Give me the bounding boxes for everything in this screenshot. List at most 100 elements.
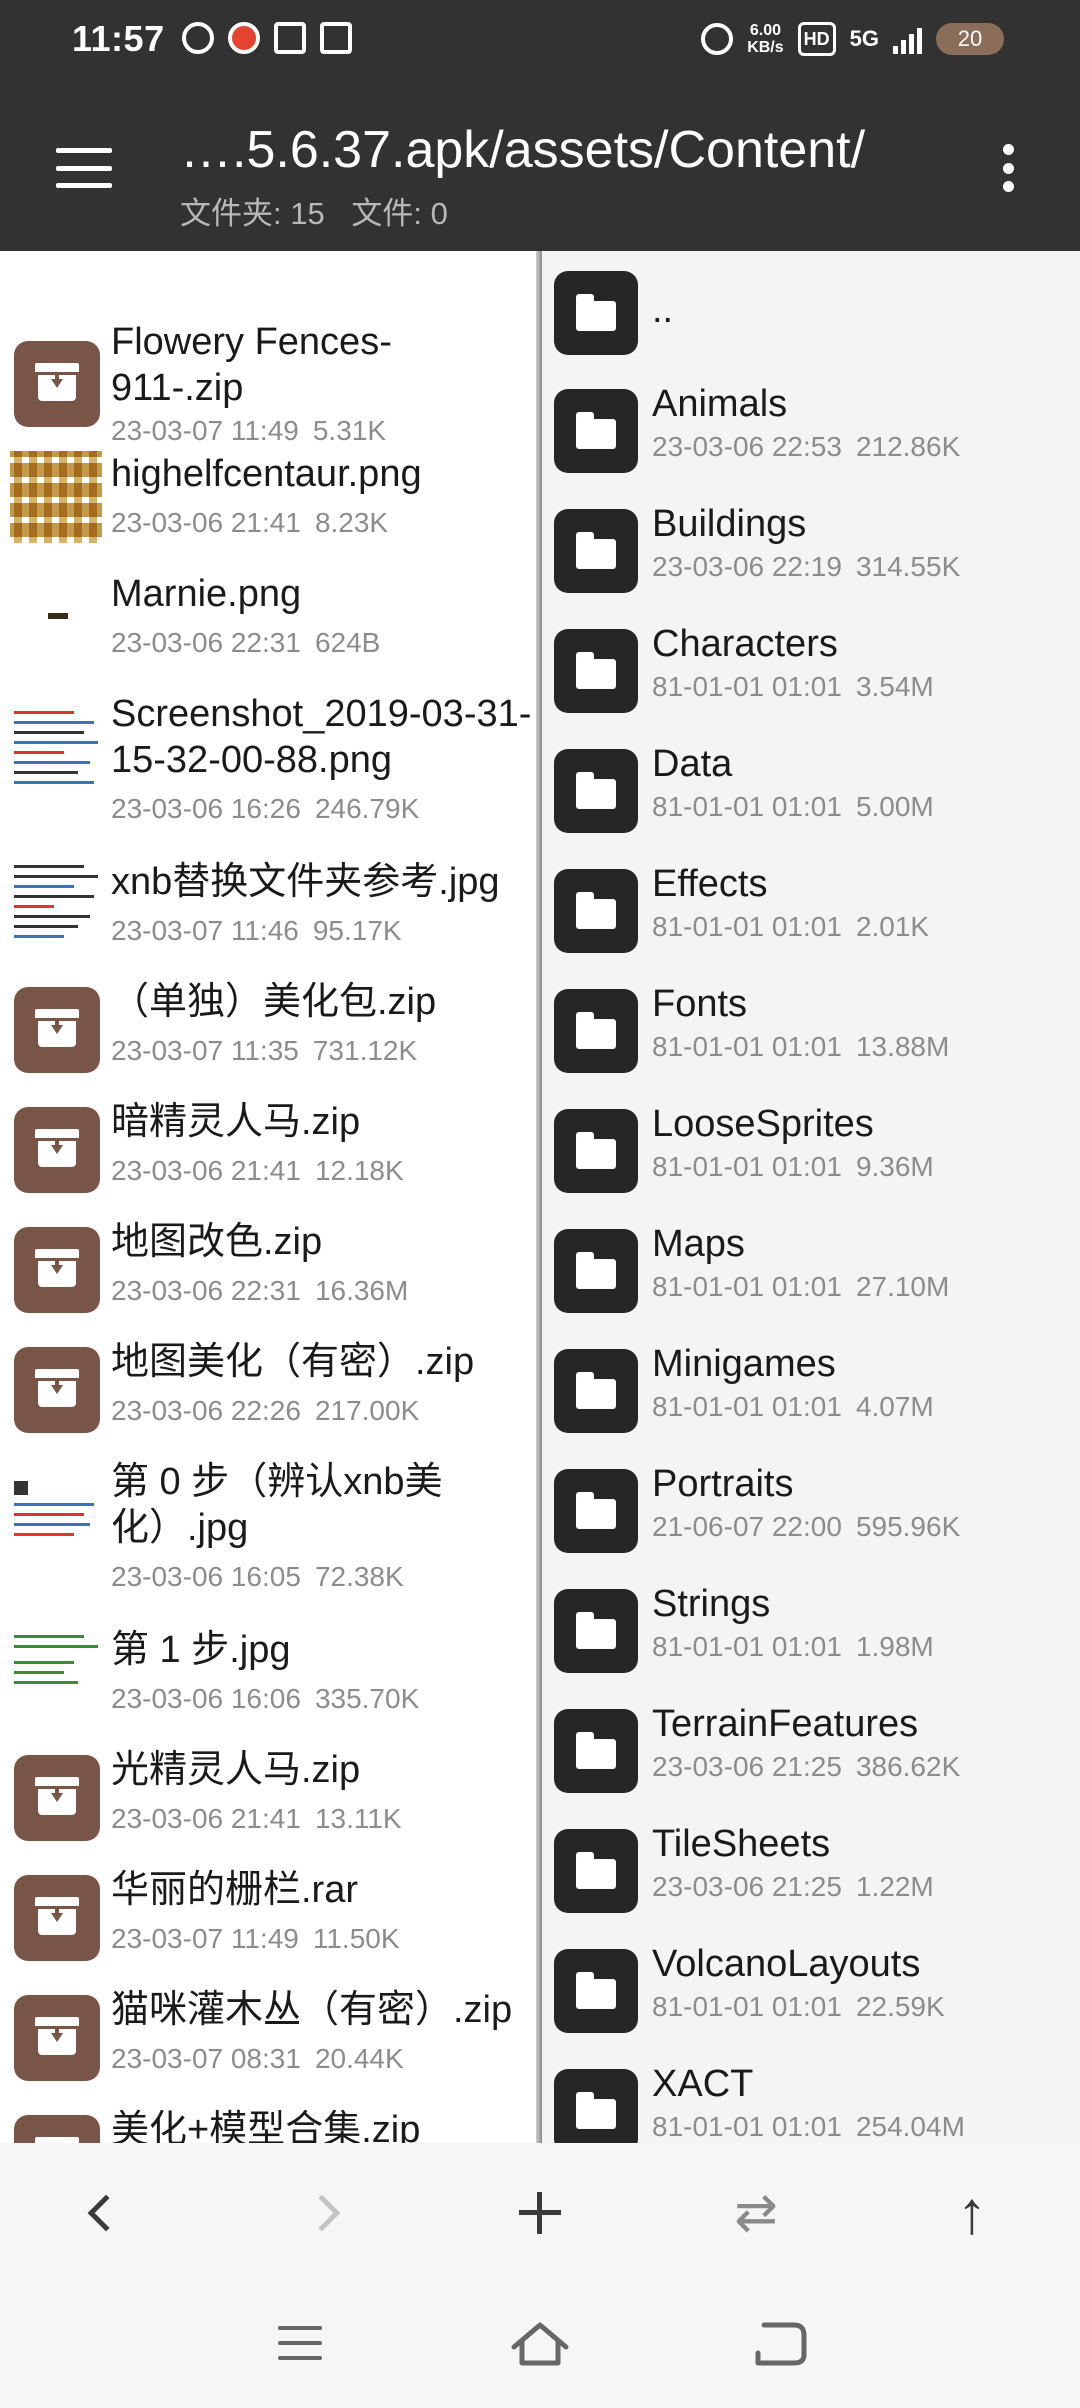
folder-size: 2.01K [855, 911, 930, 942]
list-item[interactable]: Minigames 81-01-01 01:01 4.07M [542, 1343, 1080, 1449]
file-meta: 23-03-07 11:46 95.17K [111, 915, 416, 947]
list-item[interactable]: Data 81-01-01 01:01 5.00M [542, 743, 1080, 849]
more-options-icon[interactable] [1000, 144, 1016, 192]
file-date: 23-03-07 11:49 [111, 415, 299, 446]
back-nav-button[interactable] [730, 2303, 830, 2383]
list-item[interactable]: 猫咪灌木丛（有密）.zip 23-03-07 08:31 20.44K [0, 1987, 538, 2097]
folder-name: VolcanoLayouts [652, 1943, 921, 1985]
list-item[interactable]: Screenshot_2019-03-31-15-32-00-88.png 23… [0, 691, 538, 831]
folder-icon [554, 869, 638, 953]
list-item[interactable]: Maps 81-01-01 01:01 27.10M [542, 1223, 1080, 1329]
list-item[interactable]: 美化+模型合集.zip [0, 2107, 538, 2143]
parent-folder-button[interactable]: ↑ [912, 2143, 1032, 2283]
file-date: 23-03-06 22:31 [111, 1275, 301, 1306]
rar-icon [14, 1875, 100, 1961]
zip-icon [14, 2115, 100, 2143]
file-date: 23-03-06 21:41 [111, 507, 301, 538]
folder-summary: 文件夹: 15 文件: 0 [180, 188, 466, 233]
folder-name: Data [652, 743, 733, 785]
folder-size: 4.07M [855, 1391, 934, 1422]
list-item[interactable]: 第 1 步.jpg 23-03-06 16:06 335.70K [0, 1627, 538, 1737]
file-meta: 23-03-07 11:35 731.12K [111, 1035, 431, 1067]
file-name: 地图改色.zip [111, 1221, 323, 1263]
list-item[interactable]: Animals 23-03-06 22:53 212.86K [542, 383, 1080, 489]
folder-size: 3.54M [855, 671, 934, 702]
zip-icon [14, 1755, 100, 1841]
list-item[interactable]: TileSheets 23-03-06 21:25 1.22M [542, 1823, 1080, 1929]
network-speed-unit: KB/s [747, 39, 784, 56]
list-item[interactable]: Effects 81-01-01 01:01 2.01K [542, 863, 1080, 969]
folder-date: 81-01-01 01:01 [652, 1631, 842, 1662]
folder-icon [554, 509, 638, 593]
folder-meta: 81-01-01 01:01 9.36M [652, 1151, 948, 1183]
folder-size: 5.00M [855, 791, 934, 822]
list-item[interactable]: highelfcentaur.png 23-03-06 21:41 8.23K [0, 451, 538, 561]
list-item[interactable]: 地图美化（有密）.zip 23-03-06 22:26 217.00K [0, 1339, 538, 1449]
folder-size: 595.96K [855, 1511, 961, 1542]
list-item[interactable]: Strings 81-01-01 01:01 1.98M [542, 1583, 1080, 1689]
list-item[interactable]: LooseSprites 81-01-01 01:01 9.36M [542, 1103, 1080, 1209]
list-item[interactable]: XACT 81-01-01 01:01 254.04M [542, 2063, 1080, 2143]
folder-date: 81-01-01 01:01 [652, 2111, 842, 2142]
back-button[interactable] [46, 2143, 166, 2283]
swap-panes-button[interactable]: ⇄ [696, 2143, 816, 2283]
file-meta: 23-03-07 11:49 11.50K [111, 1923, 414, 1955]
list-item[interactable]: 光精灵人马.zip 23-03-06 21:41 13.11K [0, 1747, 538, 1857]
chevron-right-icon [303, 2194, 341, 2232]
list-item[interactable]: Characters 81-01-01 01:01 3.54M [542, 623, 1080, 729]
file-date: 23-03-07 08:31 [111, 2043, 301, 2074]
folder-meta: 81-01-01 01:01 27.10M [652, 1271, 963, 1303]
zip-icon [14, 1347, 100, 1433]
image-thumbnail [10, 705, 102, 797]
folder-icon [554, 389, 638, 473]
list-item[interactable]: VolcanoLayouts 81-01-01 01:01 22.59K [542, 1943, 1080, 2049]
list-item[interactable]: 第 0 步（辨认xnb美化）.jpg 23-03-06 16:05 72.38K [0, 1459, 538, 1599]
left-file-pane[interactable]: Flowery Fences-911-.zip 23-03-07 11:49 5.… [0, 251, 538, 2143]
folder-date: 23-03-06 21:25 [652, 1751, 842, 1782]
file-meta: 23-03-06 22:31 624B [111, 627, 394, 659]
file-size: 72.38K [314, 1561, 404, 1592]
list-item[interactable]: Fonts 81-01-01 01:01 13.88M [542, 983, 1080, 1089]
folder-name: LooseSprites [652, 1103, 874, 1145]
right-folder-pane[interactable]: .. Animals 23-03-06 22:53 212.86K Buildin… [542, 251, 1080, 2143]
folder-meta: 23-03-06 21:25 386.62K [652, 1751, 974, 1783]
folder-name: Portraits [652, 1463, 794, 1505]
file-name: Screenshot_2019-03-31-15-32-00-88.png [111, 693, 532, 781]
list-item[interactable]: （单独）美化包.zip 23-03-07 11:35 731.12K [0, 979, 538, 1089]
zip-icon [14, 341, 100, 427]
home-button[interactable] [490, 2303, 590, 2383]
list-item[interactable]: 华丽的栅栏.rar 23-03-07 11:49 11.50K [0, 1867, 538, 1977]
parent-directory-item[interactable]: .. [542, 271, 1080, 361]
folder-name: XACT [652, 2063, 754, 2105]
list-item[interactable]: xnb替换文件夹参考.jpg 23-03-07 11:46 95.17K [0, 859, 538, 969]
forward-button[interactable] [262, 2143, 382, 2283]
list-item[interactable]: 暗精灵人马.zip 23-03-06 21:41 12.18K [0, 1099, 538, 1209]
folder-date: 81-01-01 01:01 [652, 791, 842, 822]
list-item[interactable]: Portraits 21-06-07 22:00 595.96K [542, 1463, 1080, 1569]
list-item[interactable]: TerrainFeatures 23-03-06 21:25 386.62K [542, 1703, 1080, 1809]
list-item[interactable]: Flowery Fences-911-.zip 23-03-07 11:49 5.… [0, 281, 538, 446]
folder-icon [554, 1109, 638, 1193]
folder-icon [554, 1469, 638, 1553]
list-item[interactable]: Buildings 23-03-06 22:19 314.55K [542, 503, 1080, 609]
file-date: 23-03-07 11:35 [111, 1035, 299, 1066]
file-name: highelfcentaur.png [111, 453, 422, 495]
file-name: 暗精灵人马.zip [111, 1101, 361, 1143]
file-meta: 23-03-06 16:26 246.79K [111, 793, 433, 825]
file-date: 23-03-07 11:46 [111, 915, 299, 946]
menu-icon[interactable] [56, 148, 112, 188]
file-meta: 23-03-07 11:49 5.31K [111, 415, 400, 447]
list-item[interactable]: Marnie.png 23-03-06 22:31 624B [0, 571, 538, 681]
zip-icon [14, 1227, 100, 1313]
file-meta: 23-03-06 22:31 16.36M [111, 1275, 422, 1307]
folder-icon [554, 629, 638, 713]
folder-icon [554, 749, 638, 833]
recents-button[interactable] [250, 2303, 350, 2383]
file-date: 23-03-06 22:26 [111, 1395, 301, 1426]
add-button[interactable] [480, 2143, 600, 2283]
file-meta: 23-03-06 21:41 12.18K [111, 1155, 418, 1187]
image-thumbnail [10, 1473, 102, 1565]
folder-date: 23-03-06 22:19 [652, 551, 842, 582]
list-item[interactable]: 地图改色.zip 23-03-06 22:31 16.36M [0, 1219, 538, 1329]
file-size: 731.12K [312, 1035, 418, 1066]
